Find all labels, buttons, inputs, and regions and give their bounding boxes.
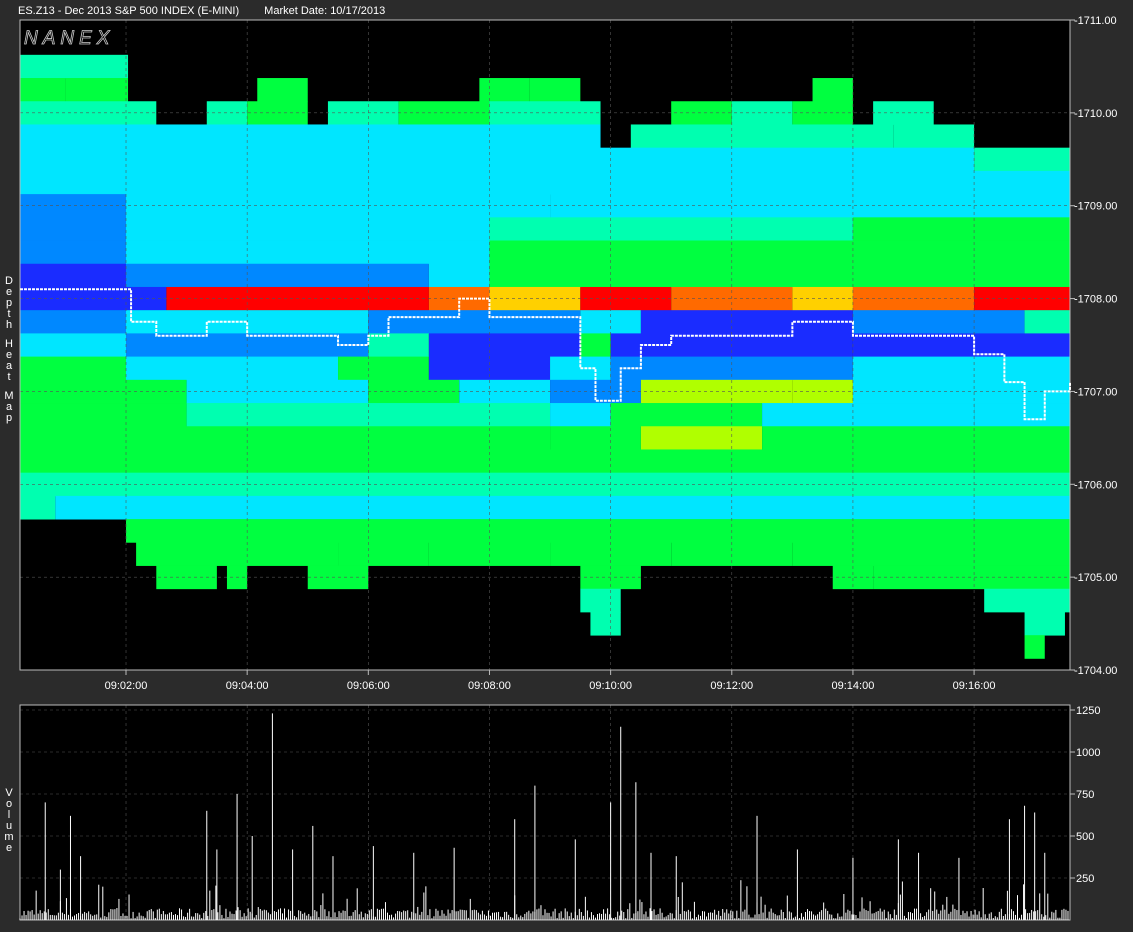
- heat-cell: [590, 611, 621, 636]
- heat-cell: [20, 170, 1070, 195]
- heat-cell: [20, 403, 187, 427]
- heat-y-tick-label: -1707.00: [1074, 386, 1117, 398]
- heat-cell: [1024, 635, 1045, 659]
- heat-cell: [20, 54, 129, 79]
- heat-cell: [640, 426, 763, 450]
- heat-cell: [812, 78, 853, 102]
- heat-cell: [852, 333, 1070, 358]
- heat-y-tick-label: -1705.00: [1074, 572, 1117, 584]
- heat-x-tick-label: 09:12:00: [710, 680, 753, 692]
- heat-x-tick-label: 09:06:00: [347, 680, 390, 692]
- heat-cell: [126, 240, 490, 265]
- heat-cell: [20, 240, 127, 265]
- heatmap-side-label: Depth Heat Map: [2, 276, 16, 424]
- heat-cell: [792, 542, 1070, 566]
- heat-cell: [136, 542, 339, 566]
- side-label-char: e: [5, 842, 13, 854]
- vol-y-tick-label: 750: [1076, 789, 1094, 801]
- heat-cell: [65, 78, 129, 102]
- heat-cell: [550, 426, 641, 450]
- heat-cell: [126, 356, 339, 381]
- heat-cell: [580, 333, 611, 358]
- heat-cell: [338, 542, 429, 566]
- heat-cell: [762, 426, 1070, 450]
- heat-cell: [20, 495, 56, 520]
- heat-cell: [55, 495, 1070, 520]
- heatmap-x-ticks: 09:02:00 09:04:00 09:06:00 09:08:00 09:10:00…: [105, 670, 996, 692]
- vol-y-tick-label: 1000: [1076, 747, 1100, 759]
- heat-cell: [580, 588, 621, 613]
- heat-cell: [489, 240, 1070, 265]
- heat-cell: [20, 449, 1070, 474]
- heat-cell: [20, 217, 127, 241]
- heat-cell: [974, 147, 1070, 172]
- volume-side-label: Volume: [2, 788, 16, 854]
- vol-y-tick-label: 500: [1076, 831, 1094, 843]
- heat-cell: [852, 310, 1025, 334]
- heat-cell: [489, 263, 1070, 288]
- heat-cell: [20, 356, 127, 381]
- heat-x-tick-label: 09:16:00: [953, 680, 996, 692]
- side-label-char: p: [5, 412, 13, 424]
- heat-cell: [852, 356, 1070, 381]
- heat-x-tick-label: 09:08:00: [468, 680, 511, 692]
- heat-cell: [550, 403, 611, 427]
- chart-canvas: 09:02:00 09:04:00 09:06:00 09:08:00 09:10:00…: [19, 15, 1117, 921]
- heat-cell: [762, 403, 975, 427]
- vol-y-tick-label: 250: [1076, 873, 1094, 885]
- heat-cell: [126, 519, 1070, 543]
- heat-y-tick-label: -1709.00: [1074, 201, 1117, 213]
- heat-cell: [974, 403, 1070, 427]
- heat-y-tick-label: -1706.00: [1074, 479, 1117, 491]
- heat-cell: [893, 124, 975, 149]
- nanex-logo: NANEX: [24, 28, 114, 49]
- heat-cell: [20, 124, 601, 149]
- volume-y-ticks: 1250 1000 750 500 250: [1070, 705, 1100, 885]
- heat-cell: [20, 78, 66, 102]
- heat-cell: [984, 588, 1070, 613]
- heat-cell: [852, 217, 1070, 241]
- heat-cell: [338, 356, 429, 381]
- heat-cell: [20, 263, 127, 288]
- heat-cell: [610, 403, 763, 427]
- heat-x-tick-label: 09:04:00: [226, 680, 269, 692]
- heat-y-tick-label: -1708.00: [1074, 294, 1117, 306]
- heat-cell: [126, 263, 429, 288]
- heat-cell: [368, 333, 429, 358]
- heat-x-tick-label: 09:02:00: [105, 680, 148, 692]
- heat-cell: [20, 426, 551, 450]
- heat-cell: [20, 333, 127, 358]
- heat-y-tick-label: -1710.00: [1074, 108, 1117, 120]
- heat-cell: [428, 333, 581, 358]
- heat-cell: [852, 286, 975, 311]
- heat-cell: [257, 78, 308, 102]
- heat-cell: [20, 310, 127, 334]
- heat-cell: [126, 217, 490, 241]
- vol-y-tick-label: 1250: [1076, 705, 1100, 717]
- heatmap-y-ticks: -1711.00 -1710.00 -1709.00 -1708.00 -1707.00…: [1070, 15, 1117, 677]
- heat-cell: [529, 78, 581, 102]
- heat-cell: [550, 356, 611, 381]
- heat-y-tick-label: -1704.00: [1074, 665, 1117, 677]
- heat-cell: [1024, 611, 1065, 636]
- heat-cell: [20, 147, 975, 172]
- heat-cell: [479, 78, 530, 102]
- heat-cell: [489, 217, 853, 241]
- heat-cell: [368, 310, 581, 334]
- heat-y-tick-label: -1711.00: [1074, 15, 1117, 27]
- heat-cell: [1024, 310, 1070, 334]
- heat-cell: [630, 124, 894, 149]
- heat-x-tick-label: 09:10:00: [589, 680, 632, 692]
- heat-x-tick-label: 09:14:00: [832, 680, 875, 692]
- volume-plot-area: [20, 705, 1070, 920]
- heat-cell: [428, 263, 490, 288]
